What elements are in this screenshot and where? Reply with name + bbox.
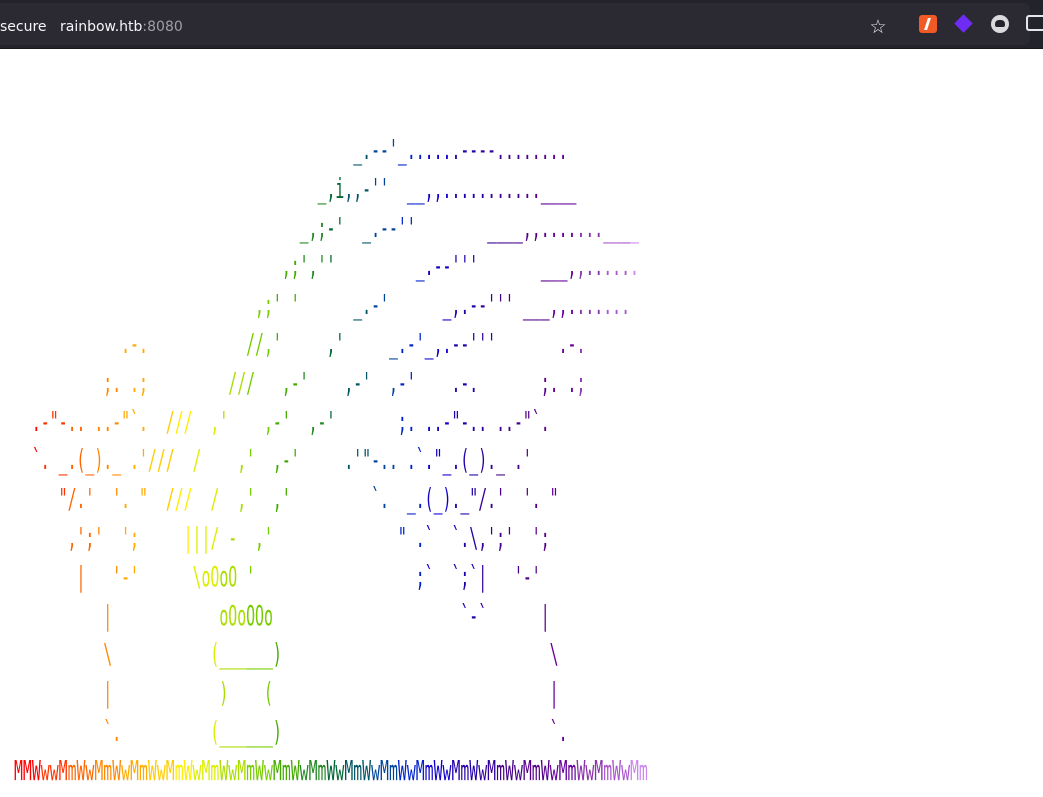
rainbow-ascii-art: _.--'_......----........ _,i,,-'' __,,..… (14, 131, 648, 791)
art-line: | '-' \oOoO ' ;` `;`| '-' (76, 559, 541, 593)
puzzle-extension-icon[interactable] (1026, 15, 1043, 31)
url-port: :8080 (142, 19, 183, 35)
art-line: | ) ( | (103, 676, 559, 710)
art-line: _,;-' _.--'' ____,,.......____ (299, 210, 639, 244)
art-line: ;. .; /// ,-' ,-' ,-' .-. ;. .; (103, 365, 586, 399)
art-line: ,;' ' _.-' _,.--''' ___,,....... (255, 288, 631, 322)
art-line: ,';' '; |||/ - ,' " .` `.\,';' '; (67, 520, 550, 554)
art-line: | oOoOOo `-` | (103, 598, 550, 632)
art-line: _,i,,-'' __,,...........____ (317, 171, 577, 205)
url-text[interactable]: rainbow.htb:8080 (60, 17, 183, 37)
art-line: `. (______) `. (103, 714, 568, 748)
art-line: ,;','' _.--''' ___,,...... (281, 249, 639, 283)
art-line: _.--'_......----........ (353, 133, 568, 166)
url-host: rainbow.htb (60, 19, 143, 35)
mask-extension-icon[interactable] (991, 15, 1009, 33)
art-line: .-"-.. ..-"`. /// ,' ,-' ,-' ;. ..-"-.. … (31, 404, 550, 438)
cube-extension-icon[interactable] (955, 15, 973, 33)
bolt-extension-icon[interactable] (919, 15, 937, 33)
art-line: .-. //,' ,' _.-'_,.--''' .-. (121, 326, 586, 360)
address-bar[interactable]: secure rainbow.htb:8080 ☆ (0, 3, 1030, 45)
browser-toolbar: secure rainbow.htb:8080 ☆ (0, 0, 1043, 49)
art-line: `. _.(_)._ .'/// / ,' ,-' .'"-.. .`."_.(… (31, 443, 532, 477)
security-label[interactable]: secure (0, 17, 53, 37)
art-line: \ (______) \ (103, 637, 559, 671)
art-line: MMWwwMmWwMmWwMmWwMmWwMmWwMmWwMmWwMmWwMmW… (14, 753, 648, 787)
star-icon[interactable]: ☆ (866, 15, 890, 39)
art-line: "/.' '. " /// / ,' ,' `. _.(_)._"/.' '. … (58, 482, 559, 516)
